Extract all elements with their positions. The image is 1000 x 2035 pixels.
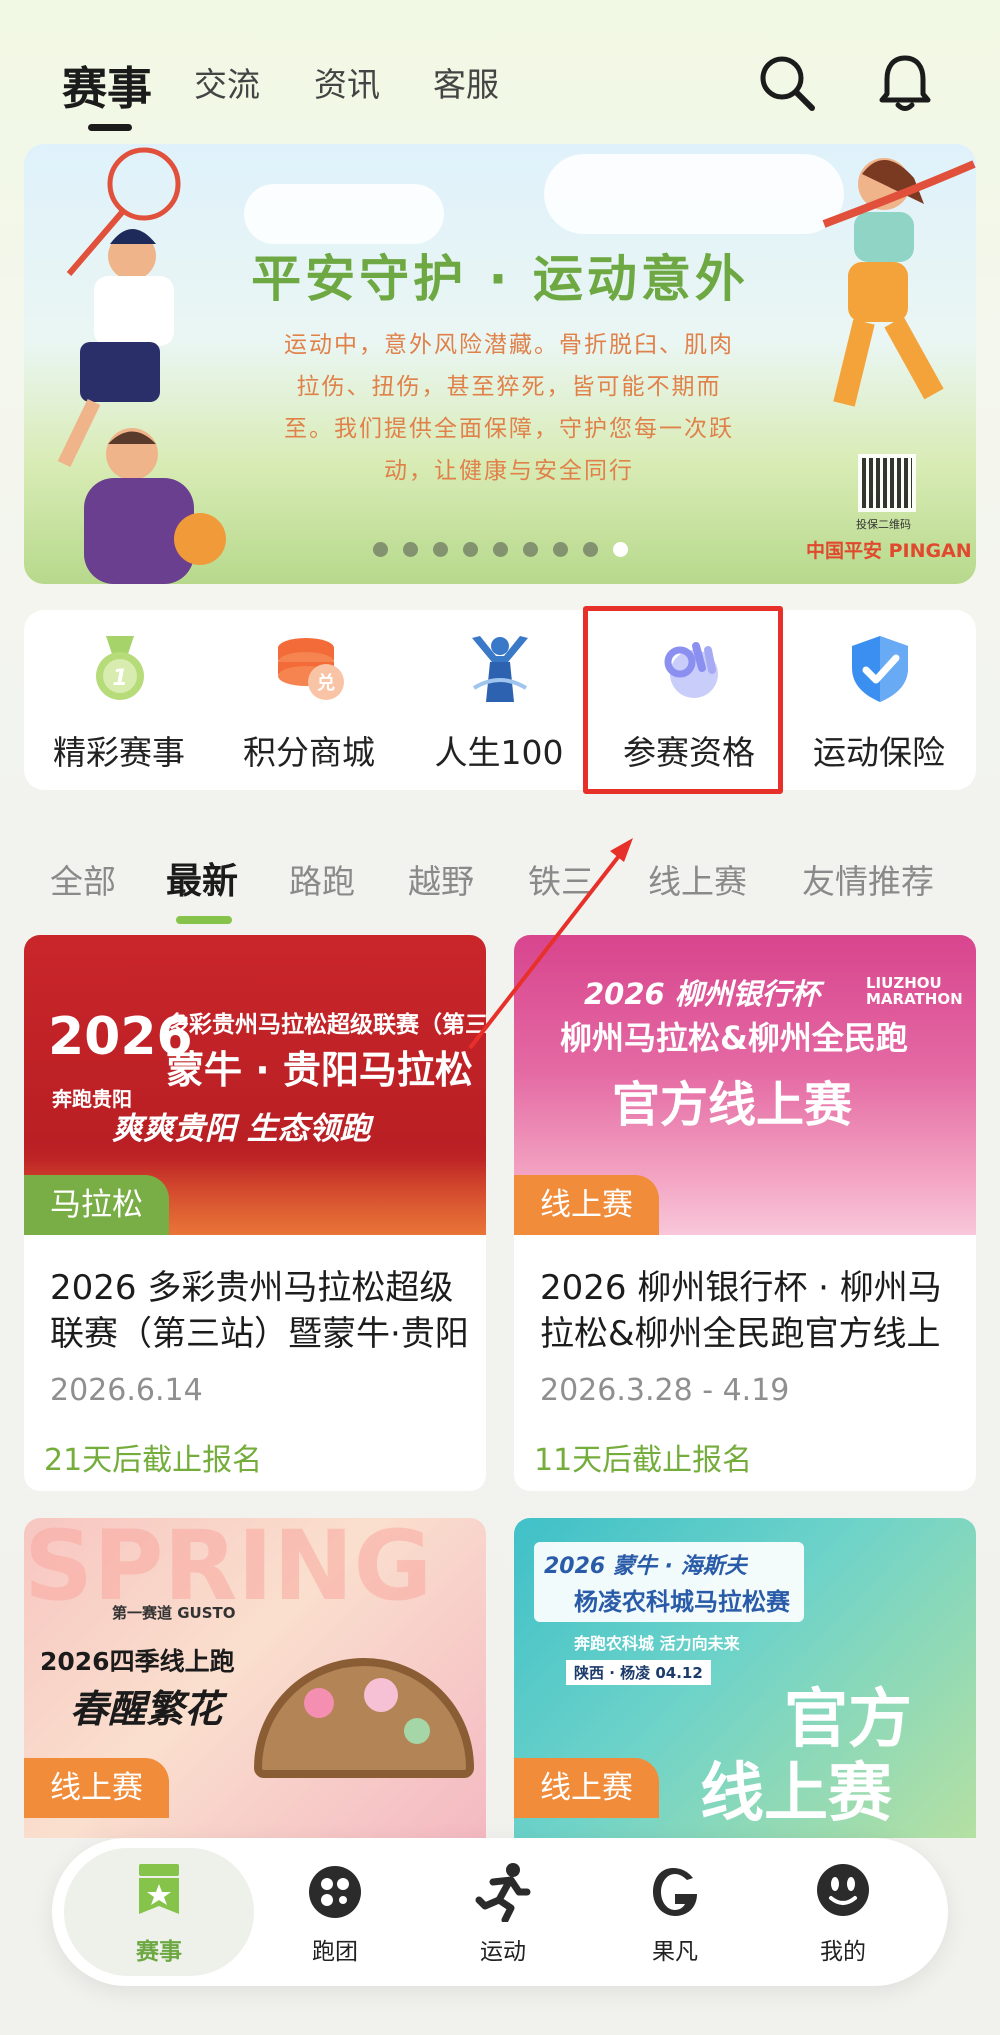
event-badge-icon [139, 1864, 179, 1914]
bottom-nav-guofan[interactable]: 果凡 [580, 1848, 770, 1976]
tab-news[interactable]: 资讯 [314, 58, 380, 106]
event-card[interactable]: 2026 奔跑贵阳 多彩贵州马拉松超级联赛（第三站） 蒙牛 · 贵阳马拉松 爽爽… [24, 935, 486, 1491]
event-deadline: 21天后截止报名 [44, 1443, 263, 1478]
pagination-dot[interactable] [462, 542, 478, 557]
pagination-dot-active[interactable] [612, 542, 628, 557]
active-tab-indicator [88, 124, 132, 131]
tab-events[interactable]: 赛事 [62, 52, 152, 117]
category-tab-all[interactable]: 全部 [50, 855, 116, 903]
ok-hand-icon [664, 642, 718, 698]
category-tab-trail[interactable]: 越野 [408, 855, 474, 903]
banner-description: 运动中，意外风险潜藏。骨折脱臼、肌肉 拉伤、扭伤，甚至猝死，皆可能不期而 至。我… [284, 332, 734, 484]
pagination-dot[interactable] [582, 542, 598, 557]
quick-item-featured-events[interactable]: 1 精彩赛事 [24, 610, 214, 790]
bottom-nav-sports[interactable]: 运动 [408, 1848, 598, 1976]
pagination-dot[interactable] [432, 542, 448, 557]
shield-check-icon [852, 636, 908, 702]
qr-label: 投保二维码 [856, 518, 911, 531]
quick-item-sports-insurance[interactable]: 运动保险 [784, 610, 974, 790]
quick-menu: 1 精彩赛事 兑 积分商城 人生100 参赛资格 运动保险 [24, 610, 976, 790]
event-card[interactable]: SPRING 第一赛道 GUSTO 2026四季线上跑 春醒繁花 线上赛 [24, 1518, 486, 1838]
event-tag: 线上赛 [24, 1758, 169, 1818]
event-card[interactable]: 2026 蒙牛 · 海斯夫 杨凌农科城马拉松赛 奔跑农科城 活力向未来 陕西 ·… [514, 1518, 976, 1838]
event-tag: 马拉松 [24, 1175, 169, 1235]
runner-victory-icon [472, 636, 528, 702]
quick-item-entry-qualification[interactable]: 参赛资格 [594, 610, 784, 790]
bottom-nav: 赛事 跑团 运动 果凡 我的 [52, 1838, 948, 1986]
bell-icon[interactable] [874, 52, 936, 114]
pagination-dot[interactable] [552, 542, 568, 557]
event-title: 2026 多彩贵州马拉松超级联赛（第三站）暨蒙牛·贵阳马拉松 [50, 1268, 469, 1354]
g-logo-icon [653, 1868, 697, 1916]
team-icon [309, 1866, 361, 1918]
bottom-nav-events[interactable]: 赛事 [64, 1848, 254, 1976]
event-tag: 线上赛 [514, 1758, 659, 1818]
category-tab-triathlon[interactable]: 铁三 [528, 855, 594, 903]
quick-item-points-mall[interactable]: 兑 积分商城 [214, 610, 404, 790]
pagination-dot[interactable] [402, 542, 418, 557]
event-card[interactable]: 2026 柳州银行杯 LIUZHOU MARATHON 柳州马拉松&柳州全民跑 … [514, 935, 976, 1491]
pagination-dot[interactable] [372, 542, 388, 557]
category-tab-latest[interactable]: 最新 [166, 852, 238, 904]
event-deadline: 11天后截止报名 [534, 1443, 753, 1478]
svg-text:兑: 兑 [317, 672, 335, 694]
top-nav: 赛事 交流 资讯 客服 [0, 0, 1000, 140]
event-date: 2026.3.28 - 4.19 [540, 1373, 790, 1408]
category-tab-recommended[interactable]: 友情推荐 [802, 855, 934, 903]
coin-stack-icon: 兑 [278, 638, 344, 700]
bottom-nav-me[interactable]: 我的 [748, 1848, 938, 1976]
search-icon[interactable] [756, 52, 818, 114]
svg-text:1: 1 [112, 666, 127, 691]
category-tab-online[interactable]: 线上赛 [648, 855, 747, 903]
pagination-dot[interactable] [522, 542, 538, 557]
banner-pagination [24, 542, 976, 557]
running-icon [475, 1863, 531, 1922]
pagination-dot[interactable] [492, 542, 508, 557]
banner-title: 平安守护 · 运动意外 [251, 250, 749, 308]
qr-code [858, 454, 916, 512]
insurance-banner[interactable]: 平安守护 · 运动意外 运动中，意外风险潜藏。骨折脱臼、肌肉 拉伤、扭伤，甚至猝… [24, 144, 976, 584]
category-tab-road[interactable]: 路跑 [289, 855, 355, 903]
event-date: 2026.6.14 [50, 1373, 203, 1408]
category-indicator [176, 916, 232, 924]
medal-icon: 1 [96, 636, 144, 700]
quick-item-life-100[interactable]: 人生100 [404, 610, 594, 790]
event-title: 2026 柳州银行杯 · 柳州马拉松&柳州全民跑官方线上赛 [540, 1268, 942, 1354]
tab-community[interactable]: 交流 [194, 58, 260, 106]
event-tag: 线上赛 [514, 1175, 659, 1235]
tab-service[interactable]: 客服 [433, 58, 499, 106]
smile-icon [817, 1864, 869, 1916]
bottom-nav-team[interactable]: 跑团 [240, 1848, 430, 1976]
